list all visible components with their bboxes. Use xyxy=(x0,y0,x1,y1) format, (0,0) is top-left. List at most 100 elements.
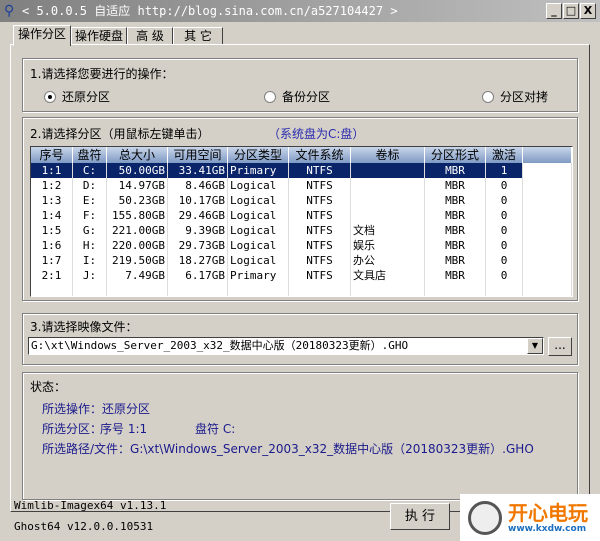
status-label: 状态： xyxy=(30,380,67,394)
cell-empty xyxy=(486,283,523,296)
column-header-label[interactable]: 卷标 xyxy=(351,147,425,163)
table-row[interactable]: 1:1 C: 50.00GB 33.41GB Primary NTFS MBR 1 xyxy=(31,163,572,178)
browse-button[interactable]: ... xyxy=(548,337,572,356)
cell-filler xyxy=(523,193,572,208)
cell-fs: NTFS xyxy=(289,223,351,238)
cell-seq: 1:3 xyxy=(31,193,73,208)
table-row[interactable]: 1:4 F: 155.80GB 29.46GB Logical NTFS MBR 0 xyxy=(31,208,572,223)
column-header-fs[interactable]: 文件系统 xyxy=(289,147,351,163)
column-header-seq[interactable]: 序号 xyxy=(31,147,73,163)
cell-free: 6.17GB xyxy=(168,268,228,283)
cell-active: 1 xyxy=(486,163,523,178)
cell-label xyxy=(351,193,425,208)
cell-filler xyxy=(523,163,572,178)
cell-empty xyxy=(425,283,486,296)
cell-total: 50.23GB xyxy=(107,193,168,208)
cell-empty xyxy=(73,283,107,296)
tab-other[interactable]: 其 它 xyxy=(173,27,223,45)
cell-total: 221.00GB xyxy=(107,223,168,238)
cell-fs: NTFS xyxy=(289,208,351,223)
cell-filler xyxy=(523,223,572,238)
empty-row xyxy=(31,283,572,296)
wimlib-version: Wimlib-Imagex64 v1.13.1 xyxy=(14,499,167,512)
step2-label: 2.请选择分区（用鼠标左键单击） xyxy=(30,127,210,141)
radio-indicator xyxy=(482,90,494,103)
cell-type: Logical xyxy=(228,208,289,223)
cell-active: 0 xyxy=(486,268,523,283)
cell-active: 0 xyxy=(486,193,523,208)
table-row[interactable]: 1:6 H: 220.00GB 29.73GB Logical NTFS 娱乐 MBR 0 xyxy=(31,238,572,253)
cell-type: Primary xyxy=(228,268,289,283)
cell-total: 50.00GB xyxy=(107,163,168,178)
cell-free: 18.27GB xyxy=(168,253,228,268)
cell-active: 0 xyxy=(486,223,523,238)
cell-drive: I: xyxy=(73,253,107,268)
system-disk-note: （系统盘为C:盘） xyxy=(268,127,365,141)
tab-operate-partition[interactable]: 操作分区 xyxy=(13,25,71,46)
column-header-type[interactable]: 分区类型 xyxy=(228,147,289,163)
cell-format: MBR xyxy=(425,193,486,208)
cell-drive: E: xyxy=(73,193,107,208)
cell-active: 0 xyxy=(486,208,523,223)
close-button[interactable]: X xyxy=(580,3,596,19)
table-row[interactable]: 1:2 D: 14.97GB 8.46GB Logical NTFS MBR 0 xyxy=(31,178,572,193)
tab-advanced[interactable]: 高 级 xyxy=(127,27,173,45)
cell-type: Logical xyxy=(228,253,289,268)
cell-filler xyxy=(523,253,572,268)
cell-free: 29.46GB xyxy=(168,208,228,223)
table-row[interactable]: 1:7 I: 219.50GB 18.27GB Logical NTFS 办公 MBR 0 xyxy=(31,253,572,268)
radio-label: 还原分区 xyxy=(62,90,111,104)
cell-fs: NTFS xyxy=(289,178,351,193)
column-header-free[interactable]: 可用空间 xyxy=(168,147,228,163)
tab-operate-disk[interactable]: 操作硬盘 xyxy=(71,27,127,45)
cell-filler xyxy=(523,238,572,253)
cell-active: 0 xyxy=(486,178,523,193)
chevron-down-icon[interactable]: ▼ xyxy=(527,338,543,354)
radio-indicator xyxy=(44,90,56,103)
radio-label: 备份分区 xyxy=(282,90,331,104)
cell-format: MBR xyxy=(425,178,486,193)
radio-indicator xyxy=(264,90,276,103)
column-header-drive[interactable]: 盘符 xyxy=(73,147,107,163)
cell-format: MBR xyxy=(425,208,486,223)
cell-seq: 1:5 xyxy=(31,223,73,238)
cell-empty xyxy=(168,283,228,296)
cell-filler xyxy=(523,208,572,223)
table-row[interactable]: 2:1 J: 7.49GB 6.17GB Primary NTFS 文具店 MBR 0 xyxy=(31,268,572,283)
partition-table[interactable]: 序号 盘符 总大小 可用空间 分区类型 文件系统 卷标 分区形式 激活 1:1 C: 50.00GB 3… xyxy=(30,146,573,297)
execute-button[interactable]: 执 行 xyxy=(390,503,450,530)
cell-label xyxy=(351,208,425,223)
cell-empty xyxy=(107,283,168,296)
maximize-button[interactable]: □ xyxy=(563,3,579,19)
image-file-value: G:\xt\Windows_Server_2003_x32_数据中心版（2018… xyxy=(31,339,409,352)
column-header-total[interactable]: 总大小 xyxy=(107,147,168,163)
table-row[interactable]: 1:5 G: 221.00GB 9.39GB Logical NTFS 文档 MBR 0 xyxy=(31,223,572,238)
column-header-active[interactable]: 激活 xyxy=(486,147,523,163)
step3-label: 3.请选择映像文件： xyxy=(30,320,138,334)
image-file-select[interactable]: G:\xt\Windows_Server_2003_x32_数据中心版（2018… xyxy=(28,337,544,355)
radio-restore[interactable]: 还原分区 xyxy=(44,88,110,105)
watermark-brand: 开心电玩 xyxy=(508,500,588,525)
cell-drive: G: xyxy=(73,223,107,238)
cell-fs: NTFS xyxy=(289,253,351,268)
cell-label: 文具店 xyxy=(351,268,425,283)
cell-seq: 1:7 xyxy=(31,253,73,268)
column-header-format[interactable]: 分区形式 xyxy=(425,147,486,163)
cell-free: 33.41GB xyxy=(168,163,228,178)
status-partition-drive: 盘符 C: xyxy=(195,422,236,436)
cell-drive: D: xyxy=(73,178,107,193)
cell-seq: 1:4 xyxy=(31,208,73,223)
cell-type: Primary xyxy=(228,163,289,178)
cell-total: 220.00GB xyxy=(107,238,168,253)
radio-backup[interactable]: 备份分区 xyxy=(264,88,330,105)
table-row[interactable]: 1:3 E: 50.23GB 10.17GB Logical NTFS MBR 0 xyxy=(31,193,572,208)
minimize-button[interactable]: _ xyxy=(546,3,562,19)
cell-drive: H: xyxy=(73,238,107,253)
cell-empty xyxy=(228,283,289,296)
cell-filler xyxy=(523,178,572,193)
cell-format: MBR xyxy=(425,163,486,178)
cell-fs: NTFS xyxy=(289,193,351,208)
status-partition-label: 所选分区： xyxy=(42,422,103,436)
radio-copy[interactable]: 分区对拷 xyxy=(482,88,548,105)
cell-label xyxy=(351,163,425,178)
